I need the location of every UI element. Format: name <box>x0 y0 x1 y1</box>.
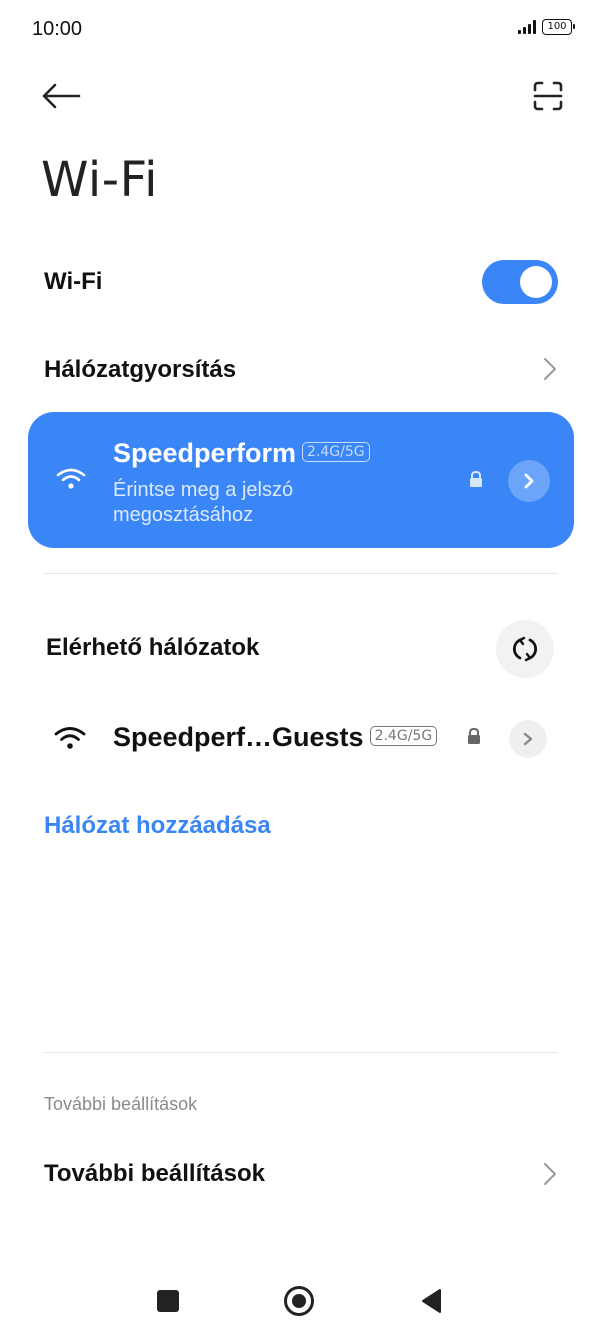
divider <box>44 573 558 574</box>
scan-icon <box>533 81 563 111</box>
section-caption: További beállítások <box>44 1094 198 1114</box>
status-icons: 100 <box>518 19 575 35</box>
battery-level: 100 <box>547 21 567 32</box>
status-time: 10:00 <box>32 18 83 40</box>
divider <box>44 1052 558 1053</box>
back-button[interactable] <box>38 76 84 116</box>
wifi-toggle-label: Wi-Fi <box>44 268 103 295</box>
lock-icon <box>470 470 482 487</box>
battery-icon: 100 <box>542 19 575 35</box>
wifi-toggle-switch[interactable] <box>482 260 558 304</box>
lock-icon <box>468 727 480 744</box>
more-settings-row[interactable]: További beállítások <box>44 1160 265 1188</box>
wifi-icon <box>56 468 86 489</box>
network-name-text: Speedperform <box>113 438 297 468</box>
add-network-link[interactable]: Hálózat hozzáadása <box>44 812 271 840</box>
home-circle-icon[interactable] <box>284 1286 314 1316</box>
network-list-item[interactable]: Speedperf…Guests 2.4G/5G <box>113 722 438 753</box>
signal-icon <box>518 20 536 34</box>
wifi-icon <box>54 727 86 749</box>
refresh-button[interactable] <box>496 620 554 678</box>
share-password-hint: Érintse meg a jelszó megosztásához <box>113 479 294 526</box>
chevron-right-icon <box>524 473 534 489</box>
available-networks-heading: Elérhető hálózatok <box>46 634 260 661</box>
network-details-button[interactable] <box>508 460 550 502</box>
network-name: Speedperf…Guests <box>113 722 364 752</box>
recents-square-icon[interactable] <box>157 1290 179 1312</box>
home-dot <box>292 1294 306 1308</box>
connected-network-name: Speedperform 2.4G/5G <box>113 438 370 469</box>
arrow-left-icon <box>42 83 81 109</box>
band-badge: 2.4G/5G <box>302 441 370 462</box>
page-title: Wi-Fi <box>41 152 159 208</box>
chevron-right-icon <box>542 356 558 387</box>
chevron-right-icon <box>542 1161 558 1192</box>
network-acceleration-row[interactable]: Hálózatgyorsítás <box>44 356 236 384</box>
connected-network-card[interactable]: Speedperform 2.4G/5G Érintse meg a jelszó… <box>28 412 574 548</box>
network-details-button[interactable] <box>509 720 547 758</box>
band-badge: 2.4G/5G <box>369 725 438 746</box>
chevron-right-icon <box>523 732 533 746</box>
toggle-knob <box>520 266 552 298</box>
refresh-icon <box>513 636 537 662</box>
scan-qr-button[interactable] <box>528 76 568 116</box>
back-triangle-icon[interactable] <box>420 1288 442 1314</box>
